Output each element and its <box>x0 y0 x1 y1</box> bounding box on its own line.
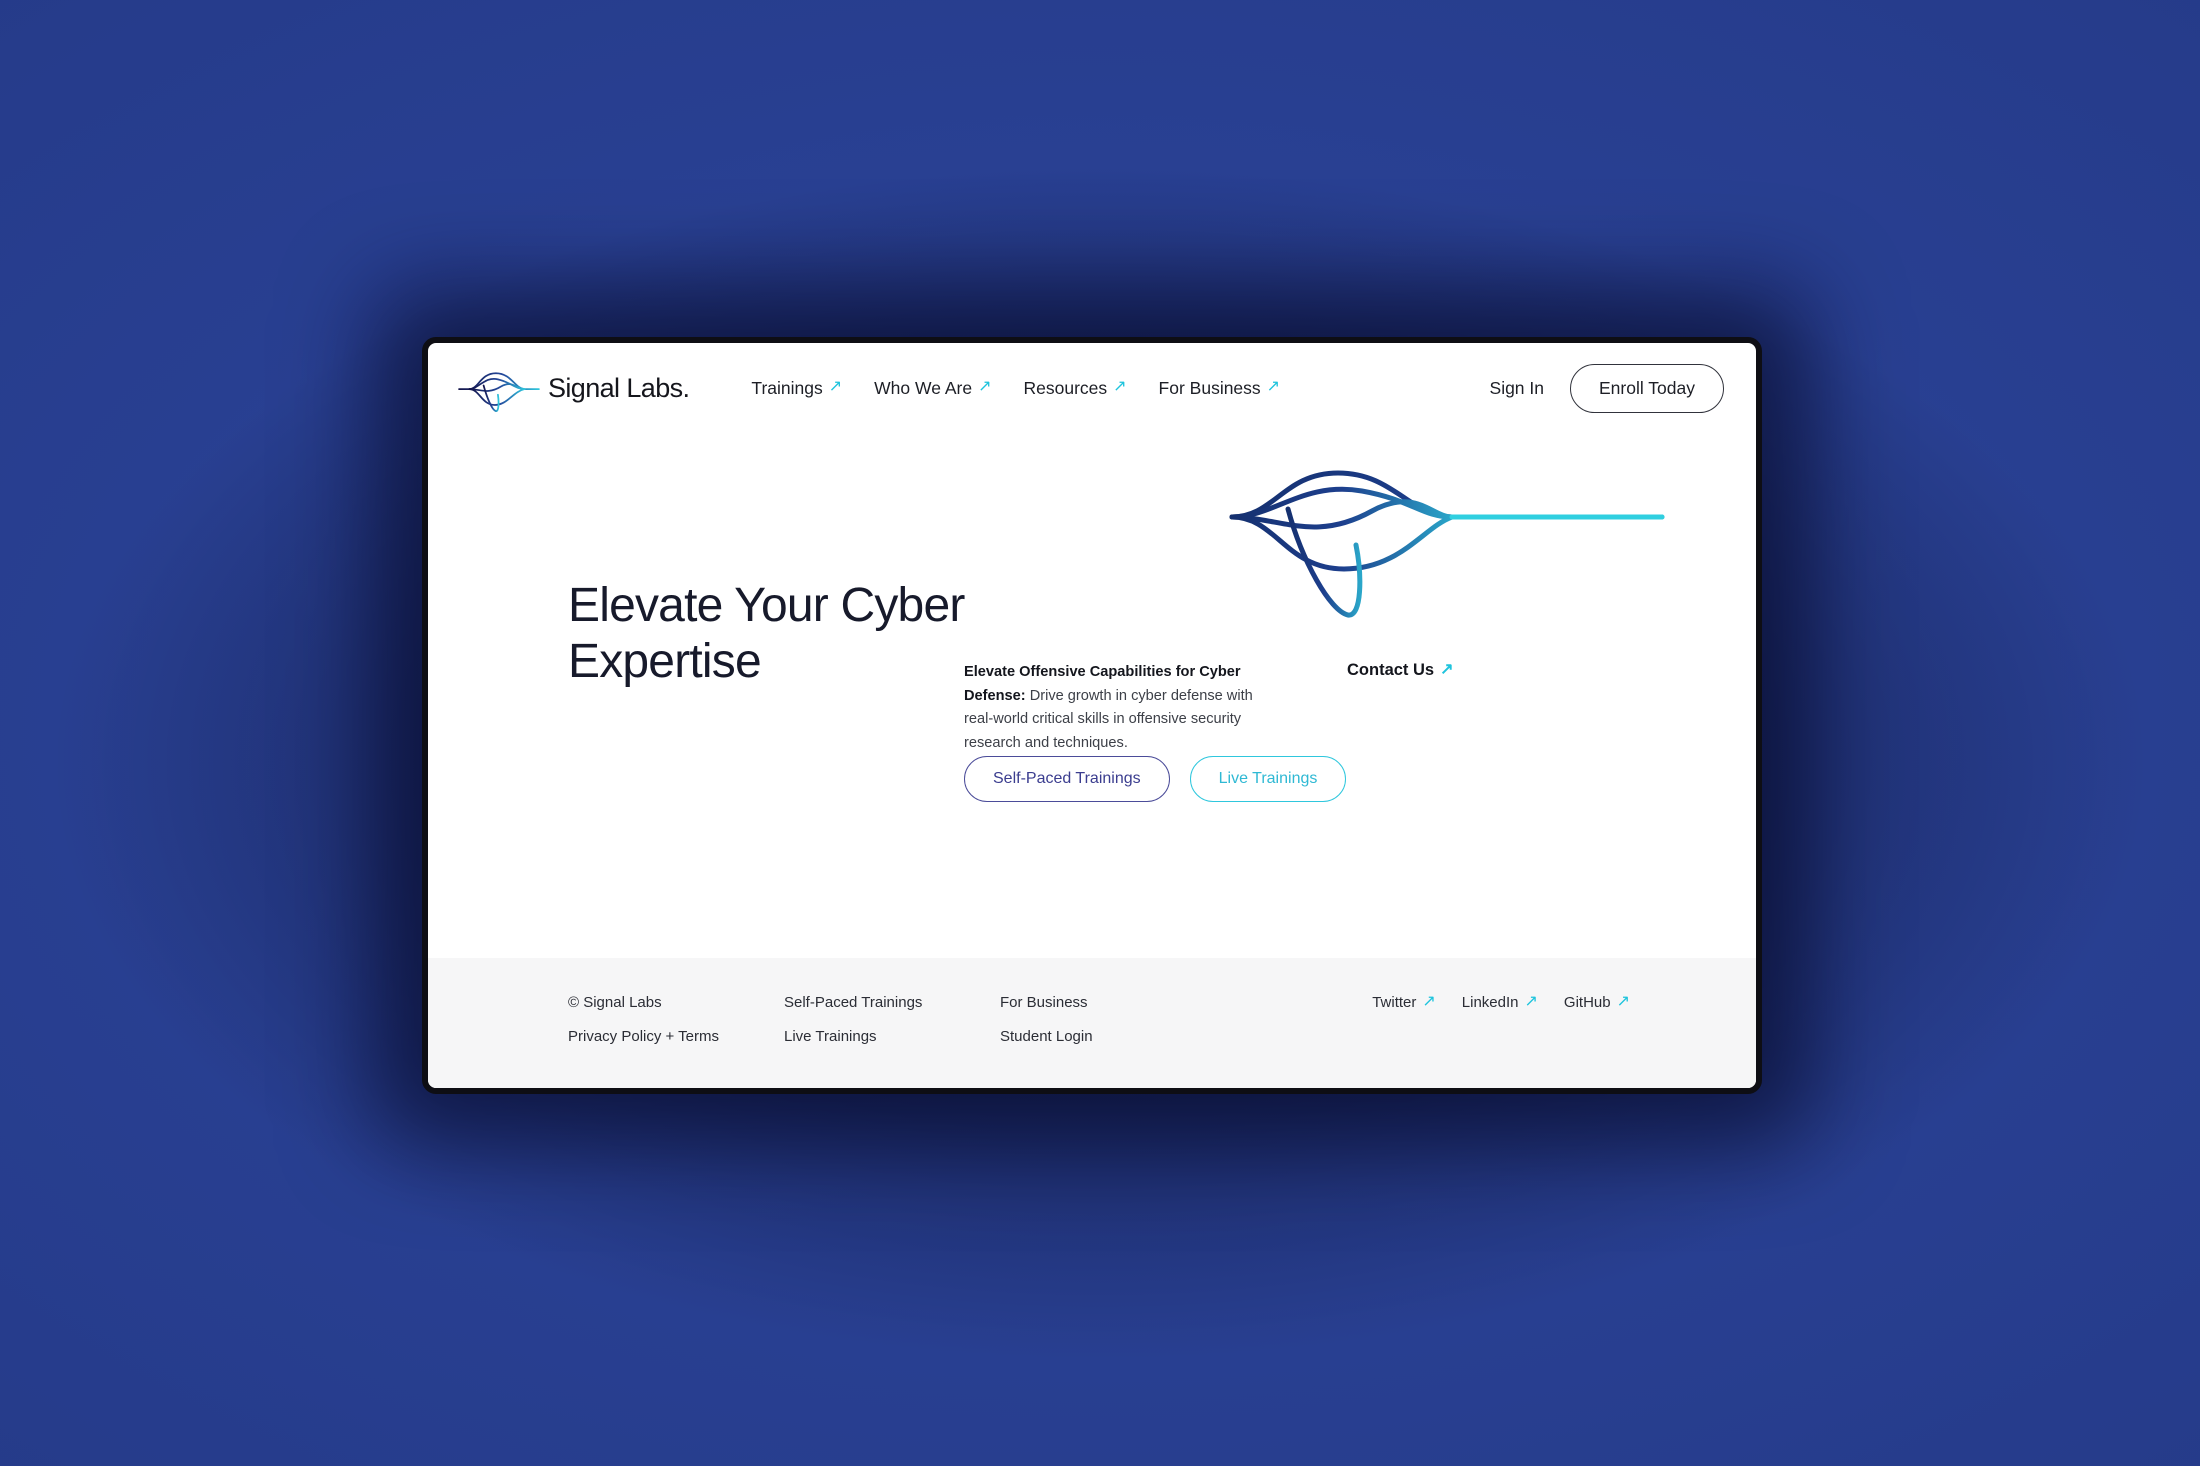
hero-section: Elevate Your Cyber Expertise Elevate Off… <box>428 433 1756 958</box>
nav-label: Resources <box>1023 377 1108 398</box>
footer-column-legal: © Signal Labs Privacy Policy + Terms <box>568 994 784 1045</box>
signal-wave-logo-icon <box>458 365 540 412</box>
hero-description: Elevate Offensive Capabilities for Cyber… <box>964 661 1264 756</box>
nav-item-for-business[interactable]: For Business ↗ <box>1159 378 1281 399</box>
footer-link-privacy-terms[interactable]: Privacy Policy + Terms <box>568 1028 784 1045</box>
footer-column-business: For Business Student Login <box>1000 994 1216 1045</box>
contact-us-label: Contact Us <box>1347 661 1435 679</box>
footer-copyright: © Signal Labs <box>568 994 662 1011</box>
site-footer: © Signal Labs Privacy Policy + Terms Sel… <box>428 958 1756 1088</box>
social-label: Twitter <box>1372 994 1417 1011</box>
footer-link-for-business[interactable]: For Business <box>1000 994 1216 1011</box>
footer-link-self-paced-trainings[interactable]: Self-Paced Trainings <box>784 994 1000 1011</box>
arrow-up-right-icon: ↗ <box>828 378 843 395</box>
nav-item-resources[interactable]: Resources ↗ <box>1023 378 1126 399</box>
social-label: LinkedIn <box>1461 994 1519 1011</box>
social-link-github[interactable]: GitHub ↗ <box>1563 992 1630 1011</box>
brand-logo[interactable]: Signal Labs. <box>458 365 690 412</box>
contact-us-link[interactable]: Contact Us ↗ <box>1347 661 1454 680</box>
social-link-twitter[interactable]: Twitter ↗ <box>1372 992 1436 1011</box>
footer-link-live-trainings[interactable]: Live Trainings <box>784 1028 1000 1045</box>
arrow-up-right-icon: ↗ <box>1422 992 1436 1010</box>
nav-item-who-we-are[interactable]: Who We Are ↗ <box>874 378 991 399</box>
top-navigation-bar: Signal Labs. Trainings ↗ Who We Are ↗ Re… <box>428 343 1756 433</box>
nav-actions: Sign In Enroll Today <box>1490 363 1724 413</box>
brand-wordmark: Signal Labs. <box>548 372 690 403</box>
social-link-linkedin[interactable]: LinkedIn ↗ <box>1461 992 1538 1011</box>
nav-label: For Business <box>1158 377 1261 398</box>
arrow-up-right-icon: ↗ <box>978 378 992 395</box>
self-paced-trainings-button[interactable]: Self-Paced Trainings <box>964 756 1170 802</box>
browser-window: Signal Labs. Trainings ↗ Who We Are ↗ Re… <box>422 337 1762 1094</box>
footer-column-trainings: Self-Paced Trainings Live Trainings <box>784 994 1000 1045</box>
arrow-up-right-icon: ↗ <box>1113 378 1127 395</box>
footer-link-student-login[interactable]: Student Login <box>1000 1028 1216 1045</box>
footer-social-links: Twitter ↗ LinkedIn ↗ GitHub ↗ <box>1372 992 1630 1011</box>
hero-cta-group: Self-Paced Trainings Live Trainings <box>964 756 1347 802</box>
nav-label: Who We Are <box>874 377 973 398</box>
primary-nav-links: Trainings ↗ Who We Are ↗ Resources ↗ For… <box>751 378 1280 399</box>
arrow-up-right-icon: ↗ <box>1266 378 1281 395</box>
enroll-today-button[interactable]: Enroll Today <box>1570 363 1724 413</box>
nav-label: Trainings <box>751 377 823 398</box>
social-label: GitHub <box>1563 994 1611 1011</box>
arrow-up-right-icon: ↗ <box>1616 992 1630 1010</box>
sign-in-link[interactable]: Sign In <box>1490 378 1544 399</box>
arrow-up-right-icon: ↗ <box>1440 660 1454 678</box>
live-trainings-button[interactable]: Live Trainings <box>1189 756 1347 802</box>
nav-item-trainings[interactable]: Trainings ↗ <box>751 378 842 399</box>
arrow-up-right-icon: ↗ <box>1524 992 1538 1010</box>
